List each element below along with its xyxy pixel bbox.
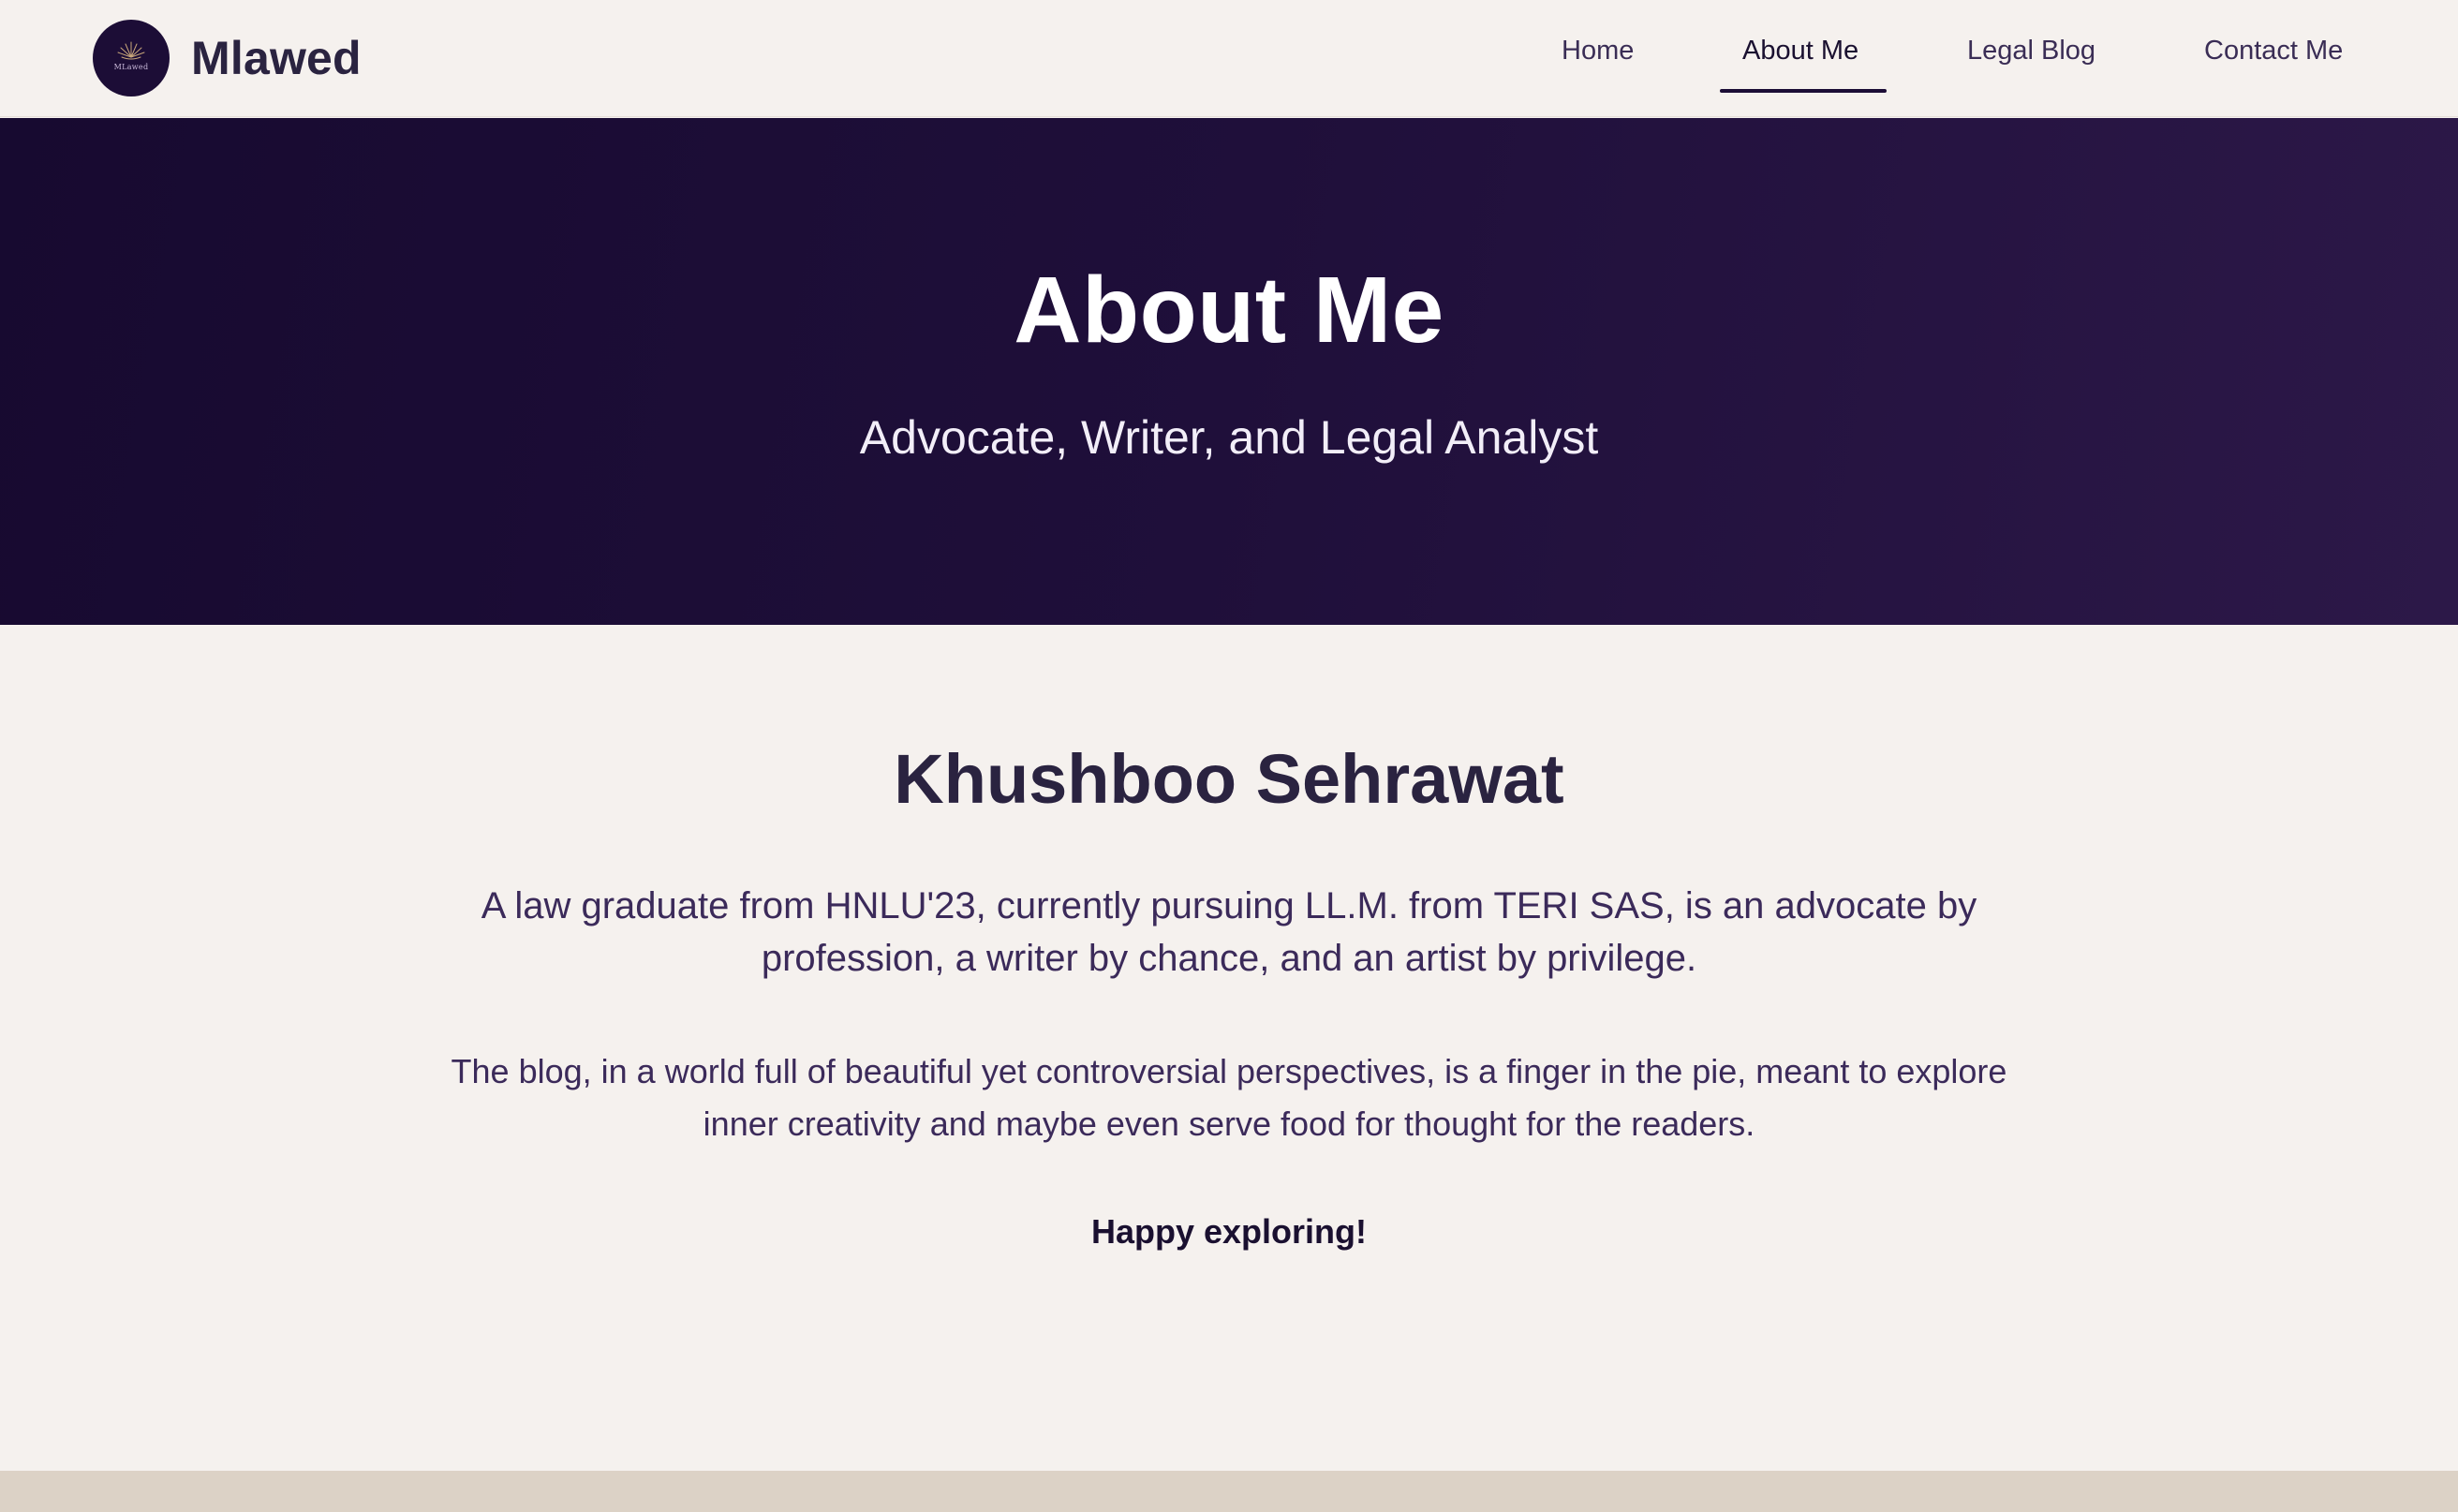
active-nav-indicator: [1720, 89, 1887, 93]
page-title: About Me: [1014, 258, 1444, 363]
author-name: Khushboo Sehrawat: [894, 740, 1564, 818]
hero-banner: About Me Advocate, Writer, and Legal Ana…: [0, 118, 2458, 625]
brand-name: Mlawed: [191, 32, 362, 84]
bio-paragraph-2: The blog, in a world full of beautiful y…: [451, 1052, 2007, 1143]
closing-line: Happy exploring!: [1090, 1212, 1368, 1251]
nav-item-contact-me[interactable]: Contact Me: [2204, 36, 2343, 67]
bio-paragraph-1: A law graduate from HNLU'23, currently p…: [481, 885, 1977, 979]
brand-home-link[interactable]: MLawed Mlawed: [93, 20, 362, 96]
about-content: Khushboo Sehrawat A law graduate from HN…: [0, 625, 2458, 1471]
nav-item-about-me[interactable]: About Me: [1742, 36, 1858, 67]
top-navbar: MLawed Mlawed Home About Me Legal Blog C…: [0, 0, 2458, 117]
lotus-logo-icon: MLawed: [93, 20, 170, 96]
page-subtitle: Advocate, Writer, and Legal Analyst: [859, 411, 1599, 464]
footer: [0, 1471, 2458, 1512]
nav-item-home[interactable]: Home: [1562, 36, 1634, 67]
logo-text: MLawed: [113, 63, 149, 71]
nav-item-legal-blog[interactable]: Legal Blog: [1967, 36, 2095, 67]
